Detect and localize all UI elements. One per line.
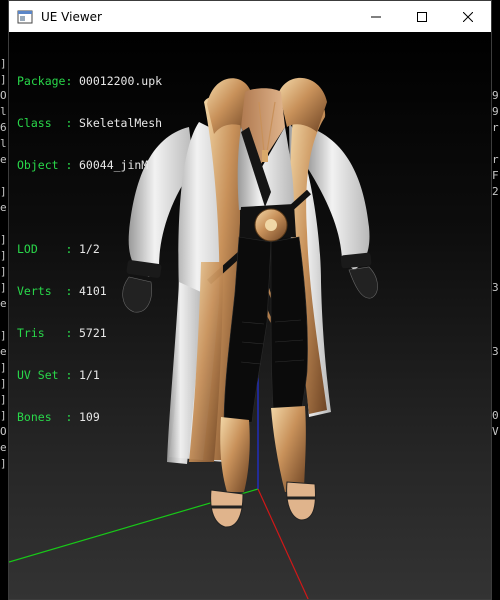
info-uvset: UV Set : 1/1 bbox=[17, 368, 100, 382]
console-line: r bbox=[492, 121, 499, 134]
console-line: ] bbox=[0, 457, 7, 470]
console-line: l bbox=[0, 105, 7, 118]
ue-viewer-window: UE Viewer Package: 00012200.upk Class : … bbox=[8, 0, 492, 600]
title-bar[interactable]: UE Viewer bbox=[9, 1, 491, 32]
console-line: ] bbox=[0, 281, 7, 294]
console-line: ] bbox=[0, 377, 7, 390]
console-line: e bbox=[0, 297, 7, 310]
minimize-icon bbox=[371, 16, 381, 17]
console-line: e bbox=[0, 201, 7, 214]
maximize-button[interactable] bbox=[399, 1, 445, 32]
console-line: ] bbox=[0, 409, 7, 422]
info-class: Class : SkeletalMesh bbox=[17, 116, 163, 130]
console-line: O bbox=[0, 425, 7, 438]
info-bones: Bones : 109 bbox=[17, 410, 100, 424]
window-controls bbox=[353, 1, 491, 32]
console-line: 0 bbox=[492, 409, 499, 422]
console-line: ] bbox=[0, 329, 7, 342]
close-icon bbox=[463, 11, 473, 22]
console-line: F bbox=[492, 169, 499, 182]
3d-viewport[interactable]: Package: 00012200.upk Class : SkeletalMe… bbox=[9, 32, 491, 599]
console-line: ] bbox=[0, 393, 7, 406]
console-line: l bbox=[0, 137, 7, 150]
console-line: 9 bbox=[492, 89, 499, 102]
console-line: e bbox=[0, 345, 7, 358]
window-title: UE Viewer bbox=[41, 9, 102, 24]
console-line: ] bbox=[0, 185, 7, 198]
info-object: Object : 60044_jinM bbox=[17, 158, 149, 172]
console-line: 3 bbox=[492, 281, 499, 294]
console-line: e bbox=[0, 153, 7, 166]
console-line: 9 bbox=[492, 105, 499, 118]
console-line: ] bbox=[0, 265, 7, 278]
console-line: ] bbox=[0, 361, 7, 374]
info-tris: Tris : 5721 bbox=[17, 326, 107, 340]
close-button[interactable] bbox=[445, 1, 491, 32]
console-line: 3 bbox=[492, 345, 499, 358]
console-line: ] bbox=[0, 57, 7, 70]
info-package: Package: 00012200.upk bbox=[17, 74, 163, 88]
app-icon bbox=[17, 9, 33, 25]
console-line: 2 bbox=[492, 185, 499, 198]
console-line: V bbox=[492, 425, 499, 438]
background-console-right: 99rrF2330V bbox=[492, 0, 500, 600]
console-line: ] bbox=[0, 249, 7, 262]
console-line: e bbox=[0, 441, 7, 454]
mesh-info-overlay: Package: 00012200.upk Class : SkeletalMe… bbox=[17, 46, 162, 452]
maximize-icon bbox=[417, 11, 427, 22]
info-lod: LOD : 1/2 bbox=[17, 242, 100, 256]
robe-skirt bbox=[167, 262, 223, 464]
console-line: O bbox=[0, 89, 7, 102]
info-verts: Verts : 4101 bbox=[17, 284, 107, 298]
console-line: 6 bbox=[0, 121, 7, 134]
console-line: ] bbox=[0, 73, 7, 86]
console-line: ] bbox=[0, 233, 7, 246]
minimize-button[interactable] bbox=[353, 1, 399, 32]
console-line: r bbox=[492, 153, 499, 166]
